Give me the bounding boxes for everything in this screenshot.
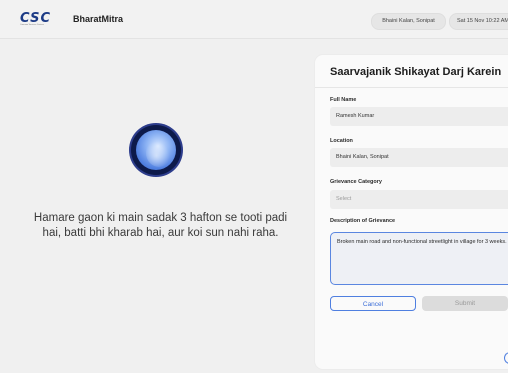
title-divider [315,87,508,88]
voice-orb-icon[interactable] [131,125,181,175]
speech-transcript: Hamare gaon ki main sadak 3 hafton se to… [33,212,288,239]
orb-inner [136,130,176,170]
category-placeholder: Select [336,196,352,202]
description-label: Description of Grievance [330,218,396,224]
location-label: Location [330,138,353,144]
grievance-form-panel: Saarvajanik Shikayat Darj Karein Full Na… [315,55,508,369]
full-name-label: Full Name [330,97,357,103]
cancel-button[interactable]: Cancel [330,296,416,311]
location-pill: Bhaini Kalan, Sonipat [371,13,446,30]
datetime-pill: Sat 15 Nov 10:22 AM [449,13,508,30]
logo-subtext: Common Services Centres [20,24,44,26]
description-textarea[interactable]: Broken main road and non-functional stre… [330,232,508,285]
form-title: Saarvajanik Shikayat Darj Karein [330,66,502,78]
category-select[interactable]: Select ⌄ [330,190,508,209]
category-label: Grievance Category [330,179,382,185]
csc-logo: CSC Common Services Centres [20,11,60,29]
logo-text: CSC [20,11,51,26]
submit-button[interactable]: Submit [422,296,508,311]
location-field[interactable]: Bhaini Kalan, Sonipat [330,148,508,167]
app-name: BharatMitra [73,14,124,24]
top-bar: CSC Common Services Centres BharatMitra … [0,0,508,39]
orb-swirl [146,139,172,167]
full-name-field[interactable]: Ramesh Kumar [330,107,508,126]
